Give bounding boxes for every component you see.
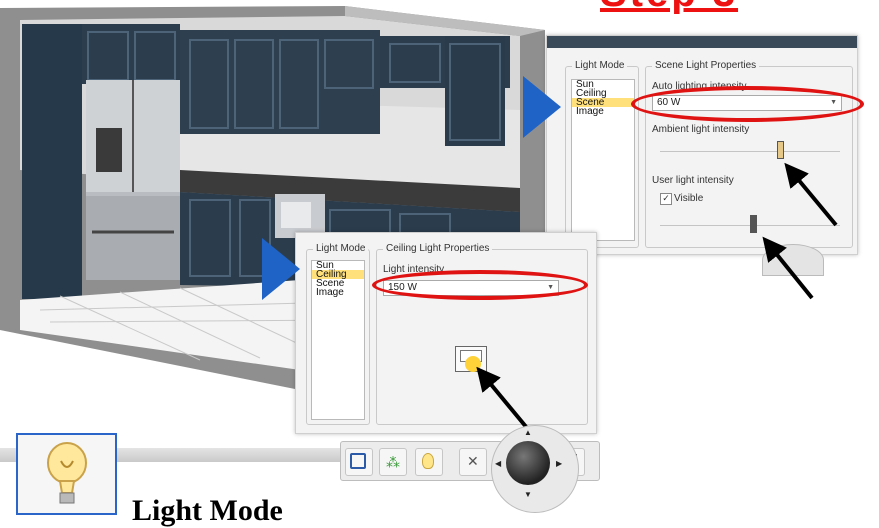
light-bulb-icon [47,442,87,504]
nav-left-icon[interactable]: ◀ [495,459,501,468]
materials-icon: ⁂ [386,454,400,470]
zoom-extents-button[interactable] [345,448,373,476]
nav-down-icon[interactable]: ▼ [524,490,532,499]
arrows-overlay [476,162,838,436]
close-view-button[interactable]: ✕ [459,448,487,476]
light-mode-icon-box[interactable] [16,433,117,515]
arrow-ambient-slider [784,162,838,227]
navigation-wheel-icon[interactable] [506,441,550,485]
arrow-user-slider [762,236,814,300]
zoom-extents-icon [350,453,366,469]
light-mode-button[interactable] [415,448,443,476]
light-bulb-icon [422,453,434,469]
nav-up-icon[interactable]: ▲ [524,428,532,437]
materials-button[interactable]: ⁂ [379,448,407,476]
close-x-icon: ✕ [467,453,479,469]
nav-right-icon[interactable]: ▶ [556,459,562,468]
light-mode-heading: Light Mode [132,494,283,527]
